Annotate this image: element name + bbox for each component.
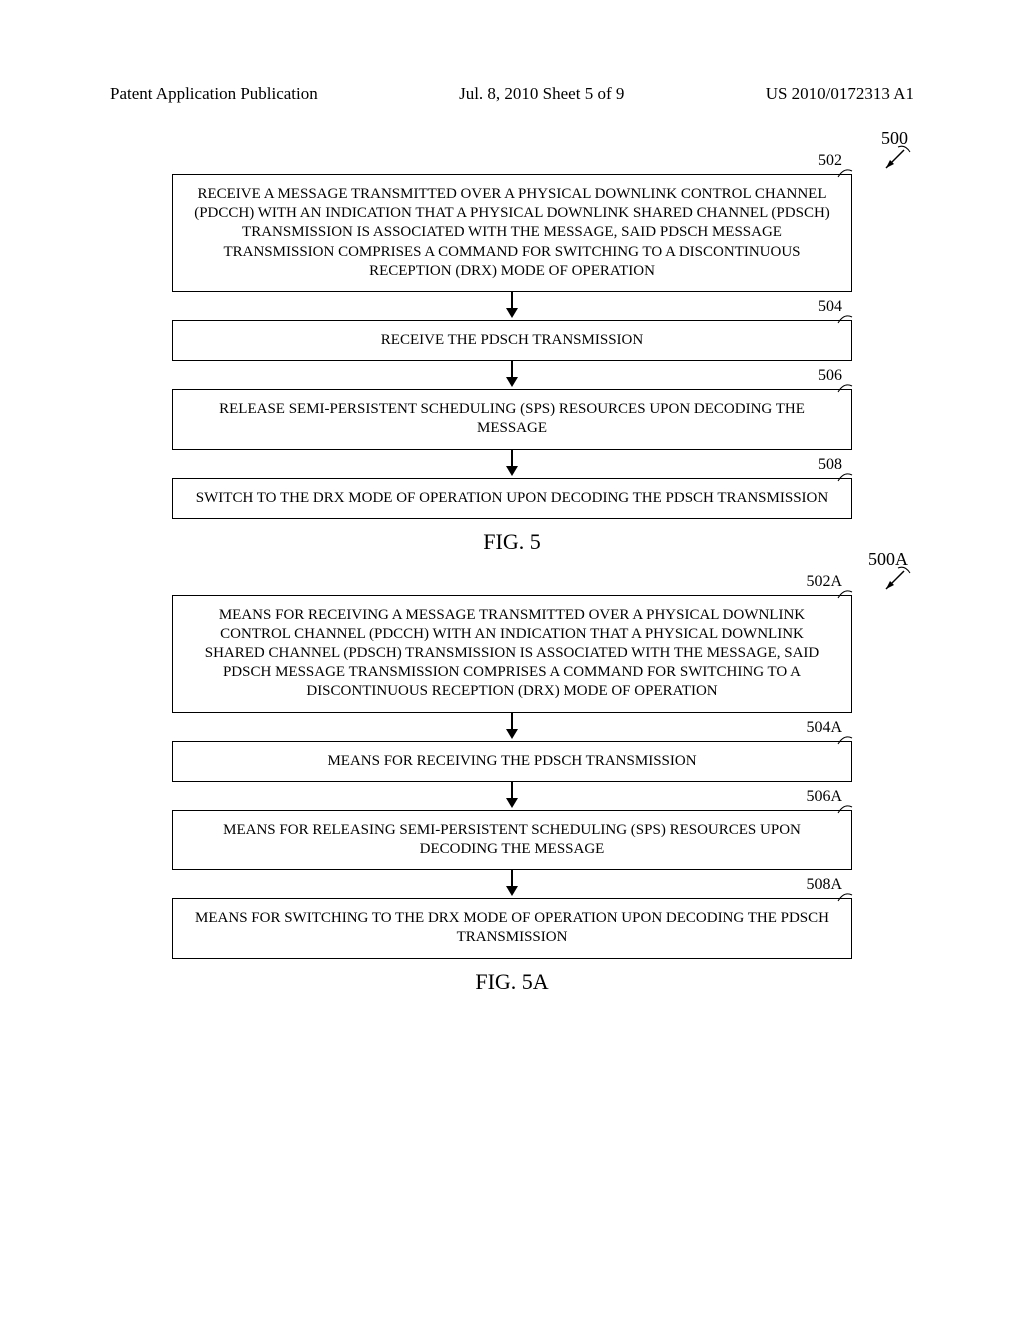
step-506a-box: MEANS FOR RELEASING SEMI-PERSISTENT SCHE… [172,810,852,870]
step-504a-wrapper: 504A MEANS FOR RECEIVING THE PDSCH TRANS… [172,741,852,782]
leader-arrow-icon [872,144,912,184]
step-502a-ref: 502A [806,573,842,591]
step-508a-text: MEANS FOR SWITCHING TO THE DRX MODE OF O… [195,910,829,945]
step-504-box: RECEIVE THE PDSCH TRANSMISSION [172,320,852,361]
step-508-box: SWITCH TO THE DRX MODE OF OPERATION UPON… [172,478,852,519]
flowchart-fig5: 500 502 RECEIVE A MESSAGE TRANSMITTED OV… [172,174,852,519]
step-508a-box: MEANS FOR SWITCHING TO THE DRX MODE OF O… [172,898,852,958]
step-502-wrapper: 502 RECEIVE A MESSAGE TRANSMITTED OVER A… [172,174,852,292]
header-date-sheet: Jul. 8, 2010 Sheet 5 of 9 [459,84,624,104]
step-504a-box: MEANS FOR RECEIVING THE PDSCH TRANSMISSI… [172,741,852,782]
flowchart-fig5a: 500A 502A MEANS FOR RECEIVING A MESSAGE … [172,595,852,959]
step-502a-text: MEANS FOR RECEIVING A MESSAGE TRANSMITTE… [191,606,833,702]
step-506a-wrapper: 506A MEANS FOR RELEASING SEMI-PERSISTENT… [172,810,852,870]
step-502a-box: MEANS FOR RECEIVING A MESSAGE TRANSMITTE… [172,595,852,713]
step-508-ref: 508 [818,456,842,474]
header-patent-number: US 2010/0172313 A1 [766,84,914,104]
page-header: Patent Application Publication Jul. 8, 2… [110,84,914,104]
fig5a-caption: FIG. 5A [110,969,914,995]
step-508a-ref: 508A [806,876,842,894]
step-508-wrapper: 508 SWITCH TO THE DRX MODE OF OPERATION … [172,478,852,519]
step-506-text: RELEASE SEMI-PERSISTENT SCHEDULING (SPS)… [219,401,805,436]
step-502-box: RECEIVE A MESSAGE TRANSMITTED OVER A PHY… [172,174,852,292]
step-504a-text: MEANS FOR RECEIVING THE PDSCH TRANSMISSI… [327,753,696,769]
leader-arrow-icon [872,565,912,605]
step-504a-ref: 504A [806,719,842,737]
step-506a-text: MEANS FOR RELEASING SEMI-PERSISTENT SCHE… [223,822,801,857]
step-506-ref: 506 [818,367,842,385]
step-502-text: RECEIVE A MESSAGE TRANSMITTED OVER A PHY… [191,185,833,281]
step-502-ref: 502 [818,152,842,170]
step-504-ref: 504 [818,298,842,316]
step-508-text: SWITCH TO THE DRX MODE OF OPERATION UPON… [196,490,828,506]
step-504-text: RECEIVE THE PDSCH TRANSMISSION [381,332,643,348]
step-502a-wrapper: 502A MEANS FOR RECEIVING A MESSAGE TRANS… [172,595,852,713]
fig5-caption: FIG. 5 [110,529,914,555]
step-506-wrapper: 506 RELEASE SEMI-PERSISTENT SCHEDULING (… [172,389,852,449]
step-504-wrapper: 504 RECEIVE THE PDSCH TRANSMISSION [172,320,852,361]
step-506a-ref: 506A [806,788,842,806]
header-publication: Patent Application Publication [110,84,318,104]
step-506-box: RELEASE SEMI-PERSISTENT SCHEDULING (SPS)… [172,389,852,449]
patent-page: Patent Application Publication Jul. 8, 2… [0,0,1024,1320]
step-508a-wrapper: 508A MEANS FOR SWITCHING TO THE DRX MODE… [172,898,852,958]
